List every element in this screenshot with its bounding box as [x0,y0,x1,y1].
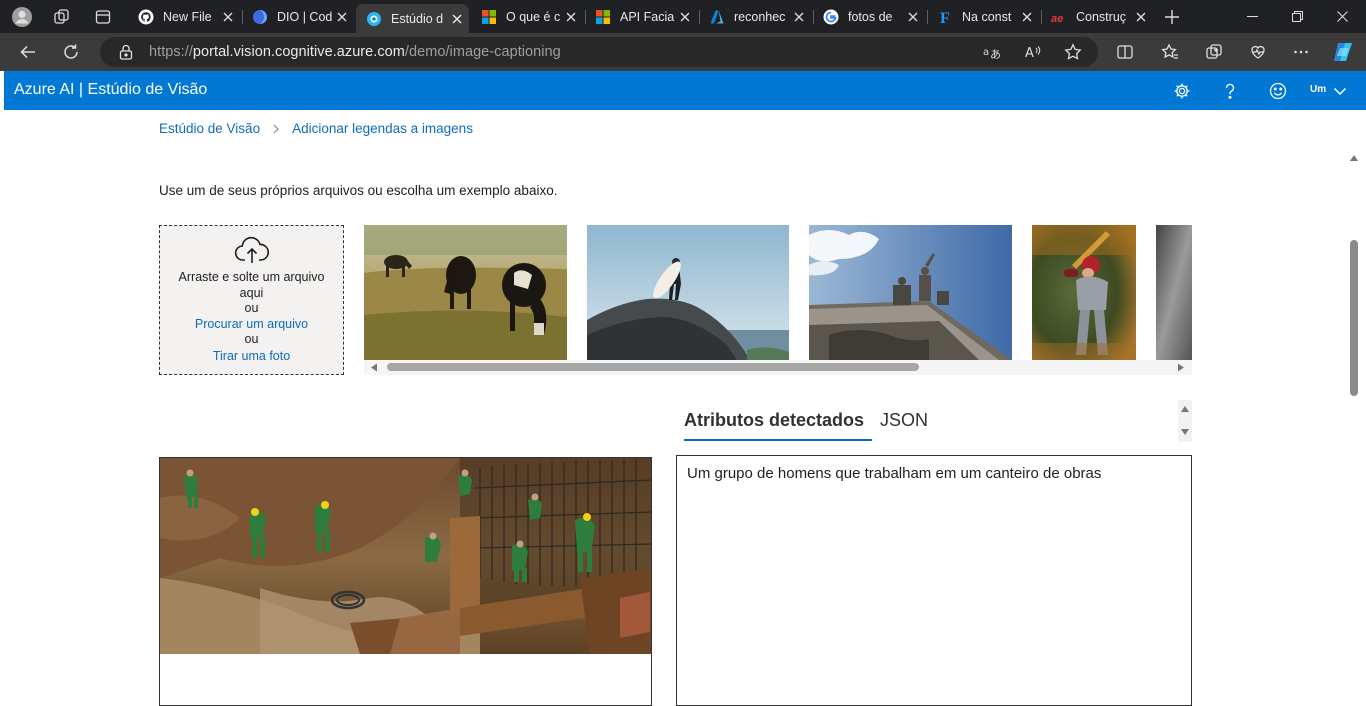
svg-text:A: A [1025,46,1034,60]
svg-text:F: F [940,10,950,25]
url-scheme: https:// [149,44,193,60]
collections-icon[interactable] [1200,38,1228,66]
workspaces-icon[interactable] [49,4,75,30]
breadcrumb: Estúdio de Visão Adicionar legendas a im… [159,121,473,136]
lock-icon[interactable] [116,42,136,62]
drag-drop-text: Arraste e solte um arquivo aqui [178,270,325,300]
translate-icon[interactable]: aあ [982,42,1002,62]
url-text: https://portal.vision.cognitive.azure.co… [149,44,561,60]
url-path: /demo/image-captioning [404,44,561,60]
app-brand-title[interactable]: Azure AI | Estúdio de Visão [14,81,207,99]
refresh-icon[interactable] [57,38,85,66]
minimize-icon[interactable] [1230,0,1275,33]
browser-toolbar: https://portal.vision.cognitive.azure.co… [0,33,1366,71]
restore-icon[interactable] [1275,0,1320,33]
browser-tab[interactable]: reconhec [699,4,811,29]
split-screen-icon[interactable] [1111,38,1139,66]
close-icon[interactable] [679,11,691,23]
breadcrumb-root-link[interactable]: Estúdio de Visão [159,121,260,136]
close-icon[interactable] [907,11,919,23]
copilot-icon[interactable] [1329,38,1357,66]
or-separator: ou [244,301,259,315]
gallery-horizontal-scrollbar[interactable] [364,360,1192,375]
browser-tab[interactable]: ae Construç [1041,4,1153,29]
vision-studio-icon [366,11,382,27]
favorite-star-icon[interactable] [1063,42,1083,62]
close-icon[interactable] [222,11,234,23]
caption-result-box: Um grupo de homens que trabalham em um c… [676,455,1192,706]
browser-tab[interactable]: O que é c [471,4,583,29]
profile-avatar-icon[interactable] [9,4,35,30]
close-icon[interactable] [1021,11,1033,23]
file-drop-zone[interactable]: Arraste e solte um arquivo aqui ou Procu… [159,225,344,375]
browser-tab[interactable]: fotos de [813,4,925,29]
browse-file-link[interactable]: Procurar um arquivo [160,317,343,333]
sample-image-building-statues[interactable] [809,225,1012,360]
back-icon[interactable] [14,38,42,66]
close-window-icon[interactable] [1320,0,1365,33]
scroll-up-arrow-icon[interactable] [1180,405,1190,413]
f-icon: F [937,9,953,25]
feedback-smiley-icon[interactable] [1266,79,1290,103]
analyzed-image-panel [159,457,652,706]
chevron-down-icon[interactable] [1328,79,1352,103]
settings-gear-icon[interactable] [1170,79,1194,103]
chevron-right-icon [273,124,279,133]
sample-image-surfer[interactable] [587,225,789,360]
user-account-menu[interactable]: Um [1310,84,1326,95]
page-scrollbar-thumb[interactable] [1350,240,1358,396]
close-icon[interactable] [451,13,463,25]
scroll-right-arrow-icon[interactable] [1177,363,1185,372]
ae-icon: ae [1051,9,1067,25]
close-icon[interactable] [1135,11,1147,23]
browser-tab[interactable]: DIO | Cod [242,4,354,29]
browser-essentials-icon[interactable] [1244,38,1272,66]
scrollbar-thumb[interactable] [387,363,919,371]
breadcrumb-current-link[interactable]: Adicionar legendas a imagens [292,121,473,136]
browser-tab[interactable]: API Facia [585,4,697,29]
svg-text:あ: あ [990,48,1001,60]
close-icon[interactable] [565,11,577,23]
url-host: portal.vision.cognitive.azure.com [192,44,405,60]
sample-image-partial[interactable] [1156,225,1192,360]
browser-tab[interactable]: New File [128,4,240,29]
scroll-left-arrow-icon[interactable] [370,363,378,372]
new-tab-icon[interactable] [1159,4,1185,30]
svg-text:ae: ae [1051,13,1063,25]
page-vertical-scrollbar[interactable] [1348,150,1360,706]
tabs-mini-scroller[interactable] [1178,400,1192,442]
sample-image-gallery [364,225,1192,360]
sample-image-cows[interactable] [364,225,567,360]
close-icon[interactable] [336,11,348,23]
address-bar[interactable]: https://portal.vision.cognitive.azure.co… [100,37,1098,67]
dio-icon [252,9,268,25]
take-photo-link[interactable]: Tirar uma foto [160,349,343,365]
close-icon[interactable] [793,11,805,23]
browser-tab-strip: New File DIO | Cod Estúdio d O que é c A… [0,0,1366,33]
browser-tab-active[interactable]: Estúdio d [356,4,469,33]
more-options-icon[interactable] [1287,38,1315,66]
sample-image-baseball[interactable] [1032,225,1136,360]
read-aloud-icon[interactable]: A [1023,42,1043,62]
tab-json[interactable]: JSON [872,410,936,441]
github-icon [138,9,154,25]
instructions-text: Use um de seus próprios arquivos ou esco… [159,183,558,198]
microsoft-icon [595,9,611,25]
svg-text:a: a [983,47,989,58]
favorites-icon[interactable] [1156,38,1184,66]
cloud-upload-icon [234,236,270,263]
help-question-icon[interactable] [1218,79,1242,103]
scroll-down-arrow-icon[interactable] [1180,428,1190,436]
construction-site-image [160,458,651,654]
page-scroll-up-icon[interactable] [1349,154,1359,162]
tab-actions-icon[interactable] [90,4,116,30]
caption-text: Um grupo de homens que trabalham em um c… [687,465,1102,482]
or-separator: ou [244,332,259,346]
tab-detected-attributes[interactable]: Atributos detectados [676,410,873,441]
browser-tab[interactable]: F Na const [927,4,1039,29]
google-icon [823,9,839,25]
azure-icon [709,9,725,25]
app-header: Azure AI | Estúdio de Visão Um [4,71,1366,110]
microsoft-icon [481,9,497,25]
